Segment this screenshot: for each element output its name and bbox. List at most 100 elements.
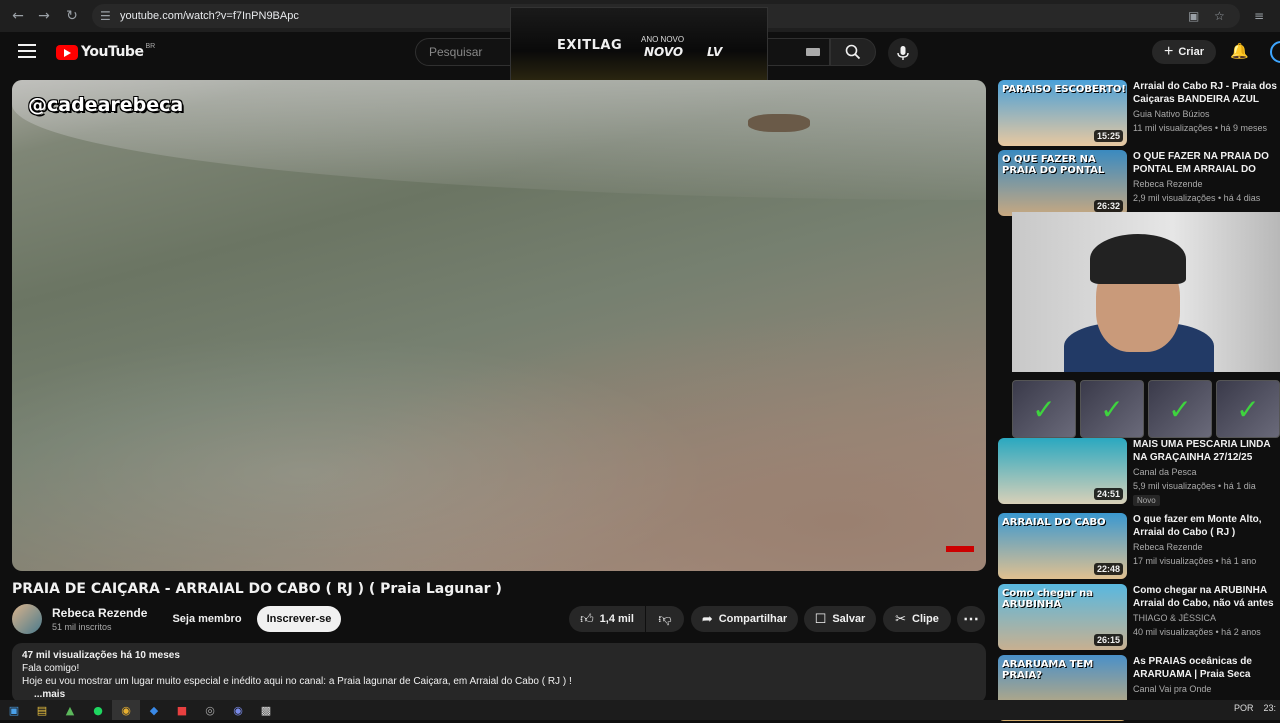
keyboard-icon[interactable]: [806, 48, 820, 56]
app-icon[interactable]: ◆: [140, 700, 168, 720]
description-box[interactable]: 47 mil visualizações há 10 meses Fala co…: [12, 643, 986, 703]
subscribe-label: Inscrever-se: [266, 613, 332, 625]
recommendation-stats: 11 mil visualizações • há 9 meses: [1133, 123, 1268, 133]
recommendation-thumbnail[interactable]: PARAISO ESCOBERTO! 15:25: [998, 80, 1127, 146]
recommendation-channel[interactable]: THIAGO & JÉSSICA: [1133, 613, 1216, 623]
checkmark-icon: ✓: [1080, 380, 1144, 438]
app-icon[interactable]: ■: [168, 700, 196, 720]
chrome-icon[interactable]: ◉: [112, 700, 140, 720]
save-icon: ☐: [814, 611, 827, 627]
recommendation-title[interactable]: O QUE FAZER NA PRAIA DO PONTAL EM ARRAIA…: [1133, 150, 1280, 177]
spotify-icon[interactable]: ●: [84, 700, 112, 720]
recommendation-channel[interactable]: Rebeca Rezende: [1133, 179, 1203, 189]
clip-button[interactable]: ✂ Clipe: [883, 606, 951, 632]
recommendation-title[interactable]: MAIS UMA PESCARIA LINDA NA GRAÇAINHA 27/…: [1133, 438, 1280, 464]
channel-name[interactable]: Rebeca Rezende: [52, 606, 147, 620]
create-button[interactable]: + Criar: [1152, 40, 1216, 64]
logo-text: YouTube: [81, 44, 144, 60]
hamburger-menu-icon[interactable]: [18, 44, 36, 58]
video-title: PRAIA DE CAIÇARA - ARRAIAL DO CABO ( RJ …: [12, 581, 502, 597]
share-icon: ➦: [701, 611, 713, 627]
account-avatar[interactable]: [1270, 41, 1280, 63]
share-label: Compartilhar: [718, 613, 788, 625]
file-explorer-icon[interactable]: ▤: [28, 700, 56, 720]
url-text[interactable]: youtube.com/watch?v=f7InPN9BApc: [120, 10, 299, 22]
description-line-2: Hoje eu vou mostrar um lugar muito espec…: [22, 676, 572, 687]
save-button[interactable]: ☐ Salvar: [804, 606, 876, 632]
subscribe-button[interactable]: Inscrever-se: [257, 606, 341, 632]
ad-tagline-small: ANO NOVO: [641, 35, 685, 44]
reload-icon[interactable]: ↻: [58, 2, 86, 30]
subscriber-count: 51 mil inscritos: [52, 622, 112, 632]
recommendation-item[interactable]: PARAISO ESCOBERTO! 15:25 Arraial do Cabo…: [998, 80, 1280, 148]
app-icon[interactable]: ▩: [252, 700, 280, 720]
share-button[interactable]: ➦ Compartilhar: [691, 606, 798, 632]
video-duration: 26:32: [1093, 200, 1123, 212]
search-button[interactable]: [830, 38, 876, 66]
recommendation-stats: 40 mil visualizações • há 2 anos: [1133, 627, 1261, 637]
discord-icon[interactable]: ◉: [224, 700, 252, 720]
recommendation-item[interactable]: ARRAIAL DO CABO 22:48 O que fazer em Mon…: [998, 513, 1280, 581]
recommendation-title[interactable]: As PRAIAS oceânicas de ARARUAMA | Praia …: [1133, 655, 1280, 681]
youtube-logo[interactable]: YouTube BR: [56, 42, 156, 60]
recommendation-channel[interactable]: Canal da Pesca: [1133, 467, 1197, 477]
save-label: Salvar: [832, 613, 866, 625]
join-label: Seja membro: [172, 613, 242, 625]
recommendation-item[interactable]: O QUE FAZER NA PRAIA DO PONTAL 26:32 O Q…: [998, 150, 1280, 218]
recommendation-thumbnail[interactable]: ARRAIAL DO CABO 22:48: [998, 513, 1127, 579]
recommendation-title[interactable]: Arraial do Cabo RJ - Praia dos Caiçaras …: [1133, 80, 1280, 106]
country-code: BR: [145, 42, 156, 50]
menu-icon[interactable]: ≡: [1254, 9, 1264, 23]
notifications-bell-icon[interactable]: 🔔: [1230, 42, 1249, 60]
exitlag-ad-overlay: EXITLAG ANO NOVO NOVO LV: [510, 7, 768, 81]
recommendation-channel[interactable]: Rebeca Rezende: [1133, 542, 1203, 552]
recommendation-title[interactable]: O que fazer em Monte Alto, Arraial do Ca…: [1133, 513, 1280, 539]
webcam-cap: [1090, 234, 1186, 284]
video-duration: 15:25: [1093, 130, 1123, 142]
thumbs-up-icon: 👍︎: [580, 611, 594, 627]
view-stats: 47 mil visualizações há 10 meses: [22, 650, 180, 661]
ad-brand: EXITLAG: [557, 38, 623, 53]
thumbnail-text: ARARUAMA TEM PRAIA?: [1002, 659, 1094, 681]
recommendation-stats: 17 mil visualizações • há 1 ano: [1133, 556, 1257, 566]
language-indicator[interactable]: POR: [1234, 703, 1254, 713]
join-button[interactable]: Seja membro: [163, 606, 251, 632]
video-player[interactable]: @cadearebeca: [12, 80, 986, 571]
recommendation-title[interactable]: Como chegar na ARUBINHA Arraial do Cabo,…: [1133, 584, 1280, 611]
site-info-icon[interactable]: ☰: [100, 9, 111, 23]
recommendation-channel[interactable]: Guia Nativo Búzios: [1133, 109, 1210, 119]
recommendation-channel[interactable]: Canal Vai pra Onde: [1133, 684, 1211, 694]
app-icon[interactable]: ▲: [56, 700, 84, 720]
back-icon[interactable]: ←: [4, 2, 32, 30]
dislike-button[interactable]: 👎︎: [646, 606, 684, 632]
ad-tagline-suffix: LV: [707, 45, 723, 59]
recommendation-item[interactable]: Como chegar na ARUBINHA 26:15 Como chega…: [998, 584, 1280, 652]
recommendation-thumbnail[interactable]: 24:51: [998, 438, 1127, 504]
system-tray: POR 23:: [1234, 703, 1276, 713]
recommendation-item[interactable]: 24:51 MAIS UMA PESCARIA LINDA NA GRAÇAIN…: [998, 438, 1280, 506]
voice-search-button[interactable]: [888, 38, 918, 68]
recommendation-stats: 2,9 mil visualizações • há 4 dias: [1133, 193, 1261, 203]
clock[interactable]: 23:: [1263, 703, 1276, 713]
checkmark-icon: ✓: [1216, 380, 1280, 438]
plus-icon: +: [1163, 43, 1174, 60]
windows-start-icon[interactable]: ▣: [0, 700, 28, 720]
channel-avatar[interactable]: [12, 604, 42, 634]
search-icon: [845, 44, 861, 60]
recommendation-thumbnail[interactable]: Como chegar na ARUBINHA 26:15: [998, 584, 1127, 650]
checkmark-icon: ✓: [1148, 380, 1212, 438]
thumbnail-text: PARAISO ESCOBERTO!: [1002, 84, 1126, 95]
description-more[interactable]: ...mais: [34, 689, 976, 700]
forward-icon[interactable]: →: [30, 2, 58, 30]
video-watermark: @cadearebeca: [28, 94, 184, 116]
more-actions-button[interactable]: ⋯: [957, 606, 985, 632]
recommendation-thumbnail[interactable]: O QUE FAZER NA PRAIA DO PONTAL 26:32: [998, 150, 1127, 216]
ad-tagline-big: NOVO: [644, 45, 684, 59]
microphone-icon: [897, 46, 909, 60]
app-icon[interactable]: ◎: [196, 700, 224, 720]
install-icon[interactable]: ▣: [1188, 9, 1199, 23]
bookmark-star-icon[interactable]: ☆: [1214, 9, 1225, 23]
like-button[interactable]: 👍︎ 1,4 mil: [569, 606, 645, 632]
webcam-overlay: [1012, 212, 1280, 372]
checkmark-tiles: ✓ ✓ ✓ ✓: [1012, 380, 1280, 438]
